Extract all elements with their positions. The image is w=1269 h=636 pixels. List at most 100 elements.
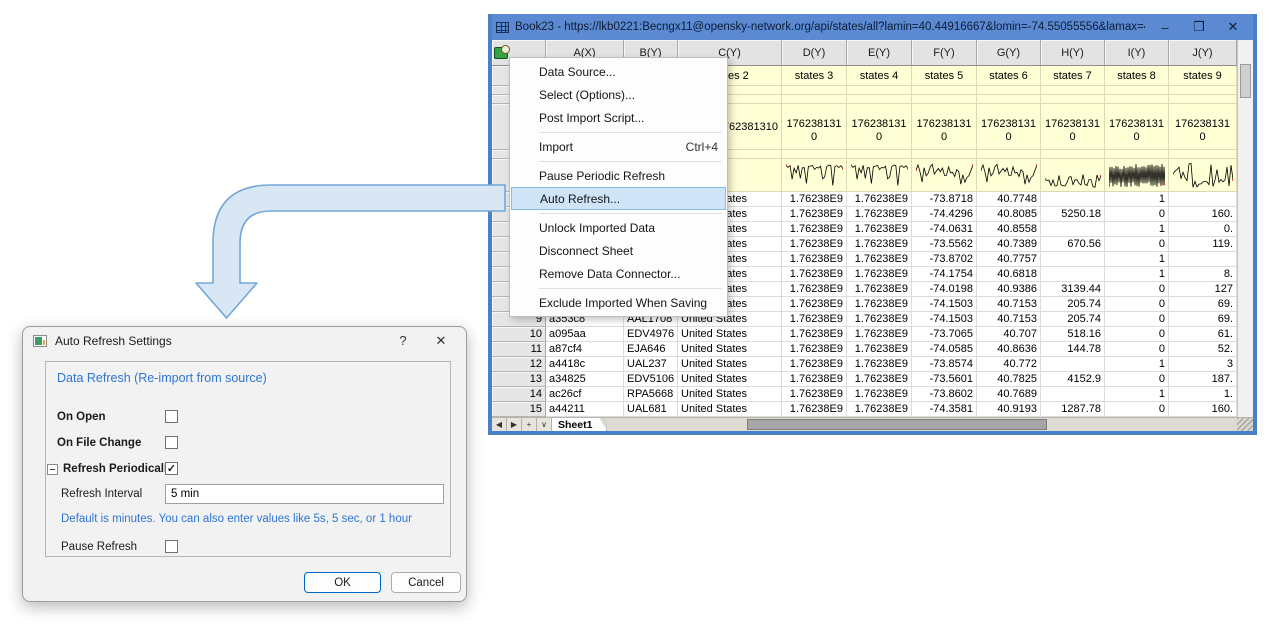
long-name-cell[interactable]: states 7 bbox=[1041, 66, 1105, 86]
data-cell[interactable]: 1 bbox=[1105, 222, 1169, 237]
column-header-h[interactable]: H(Y) bbox=[1041, 40, 1105, 66]
data-cell[interactable]: 1.76238E9 bbox=[782, 237, 847, 252]
sparkline-cell[interactable] bbox=[782, 159, 847, 192]
empty-cell[interactable] bbox=[782, 95, 847, 104]
ok-button[interactable]: OK bbox=[304, 572, 381, 593]
data-cell[interactable]: 160. bbox=[1169, 207, 1237, 222]
window-titlebar[interactable]: Book23 - https://lkb0221:Becngx11@opensk… bbox=[492, 14, 1253, 40]
horizontal-scrollbar-thumb[interactable] bbox=[747, 419, 1047, 430]
data-cell[interactable]: 518.16 bbox=[1041, 327, 1105, 342]
row-header-11[interactable]: 11 bbox=[492, 342, 546, 357]
data-cell[interactable] bbox=[1041, 267, 1105, 282]
data-cell[interactable]: 1.76238E9 bbox=[782, 312, 847, 327]
sparkline-cell[interactable] bbox=[1041, 159, 1105, 192]
data-cell[interactable]: 1.76238E9 bbox=[847, 312, 912, 327]
empty-cell[interactable] bbox=[1169, 150, 1237, 159]
row-header-14[interactable]: 14 bbox=[492, 387, 546, 402]
time-value-cell[interactable]: 1762381310 bbox=[912, 104, 977, 150]
data-cell[interactable]: 40.8558 bbox=[977, 222, 1041, 237]
data-cell[interactable]: 40.6818 bbox=[977, 267, 1041, 282]
data-cell[interactable]: ac26cf bbox=[546, 387, 624, 402]
data-cell[interactable]: 1.76238E9 bbox=[847, 282, 912, 297]
data-cell[interactable]: 69. bbox=[1169, 297, 1237, 312]
data-cell[interactable]: 0 bbox=[1105, 402, 1169, 417]
menu-item-post-import-script[interactable]: Post Import Script... bbox=[511, 106, 726, 129]
data-cell[interactable]: -73.8702 bbox=[912, 252, 977, 267]
menu-item-data-source[interactable]: Data Source... bbox=[511, 60, 726, 83]
on-open-checkbox[interactable] bbox=[165, 410, 178, 423]
menu-item-select-options[interactable]: Select (Options)... bbox=[511, 83, 726, 106]
data-cell[interactable]: 1.76238E9 bbox=[782, 402, 847, 417]
data-cell[interactable]: -74.0585 bbox=[912, 342, 977, 357]
empty-cell[interactable] bbox=[1041, 95, 1105, 104]
on-file-change-checkbox[interactable] bbox=[165, 436, 178, 449]
data-cell[interactable]: 1.76238E9 bbox=[847, 387, 912, 402]
data-cell[interactable]: 0 bbox=[1105, 312, 1169, 327]
time-value-cell[interactable]: 1762381310 bbox=[782, 104, 847, 150]
data-cell[interactable]: 1 bbox=[1105, 387, 1169, 402]
data-cell[interactable]: 52. bbox=[1169, 342, 1237, 357]
data-cell[interactable]: 1.76238E9 bbox=[847, 402, 912, 417]
menu-item-import[interactable]: ImportCtrl+4 bbox=[511, 135, 726, 158]
menu-item-unlock-imported-data[interactable]: Unlock Imported Data bbox=[511, 216, 726, 239]
empty-cell[interactable] bbox=[1105, 86, 1169, 95]
empty-cell[interactable] bbox=[977, 95, 1041, 104]
data-cell[interactable]: a4418c bbox=[546, 357, 624, 372]
data-cell[interactable]: 40.7153 bbox=[977, 312, 1041, 327]
time-value-cell[interactable]: 1762381310 bbox=[847, 104, 912, 150]
empty-cell[interactable] bbox=[847, 86, 912, 95]
menu-item-exclude-imported-when-saving[interactable]: Exclude Imported When Saving bbox=[511, 291, 726, 314]
data-cell[interactable]: 1.76238E9 bbox=[782, 252, 847, 267]
empty-cell[interactable] bbox=[782, 86, 847, 95]
data-cell[interactable]: 1.76238E9 bbox=[847, 372, 912, 387]
column-header-g[interactable]: G(Y) bbox=[977, 40, 1041, 66]
long-name-cell[interactable]: states 5 bbox=[912, 66, 977, 86]
data-cell[interactable]: UAL681 bbox=[624, 402, 678, 417]
data-cell[interactable] bbox=[1041, 222, 1105, 237]
add-sheet-icon[interactable]: + bbox=[522, 418, 537, 431]
data-cell[interactable]: 1.76238E9 bbox=[782, 192, 847, 207]
data-cell[interactable]: 40.9193 bbox=[977, 402, 1041, 417]
data-cell[interactable] bbox=[1041, 387, 1105, 402]
data-cell[interactable]: 8. bbox=[1169, 267, 1237, 282]
maximize-button[interactable]: ❐ bbox=[1185, 19, 1213, 35]
data-cell[interactable]: -74.0198 bbox=[912, 282, 977, 297]
empty-cell[interactable] bbox=[977, 150, 1041, 159]
data-cell[interactable]: 0 bbox=[1105, 342, 1169, 357]
dialog-close-button[interactable]: ✕ bbox=[426, 333, 456, 349]
empty-cell[interactable] bbox=[847, 150, 912, 159]
data-cell[interactable]: 0 bbox=[1105, 327, 1169, 342]
column-header-j[interactable]: J(Y) bbox=[1169, 40, 1237, 66]
data-cell[interactable]: 1.76238E9 bbox=[782, 267, 847, 282]
data-cell[interactable]: 40.7153 bbox=[977, 297, 1041, 312]
data-cell[interactable]: 1.76238E9 bbox=[847, 342, 912, 357]
data-cell[interactable]: 1.76238E9 bbox=[782, 387, 847, 402]
data-cell[interactable]: -74.0631 bbox=[912, 222, 977, 237]
data-cell[interactable]: -73.8574 bbox=[912, 357, 977, 372]
data-cell[interactable]: 205.74 bbox=[1041, 297, 1105, 312]
data-cell[interactable]: -74.1503 bbox=[912, 312, 977, 327]
sparkline-cell[interactable] bbox=[1105, 159, 1169, 192]
data-cell[interactable]: 187. bbox=[1169, 372, 1237, 387]
column-header-i[interactable]: I(Y) bbox=[1105, 40, 1169, 66]
data-cell[interactable]: 1.76238E9 bbox=[782, 207, 847, 222]
row-header-12[interactable]: 12 bbox=[492, 357, 546, 372]
column-header-e[interactable]: E(Y) bbox=[847, 40, 912, 66]
minimize-button[interactable]: – bbox=[1151, 20, 1179, 35]
time-value-cell[interactable]: 1762381310 bbox=[977, 104, 1041, 150]
data-cell[interactable]: a095aa bbox=[546, 327, 624, 342]
data-cell[interactable]: 40.772 bbox=[977, 357, 1041, 372]
data-cell[interactable]: United States bbox=[678, 327, 782, 342]
sparkline-cell[interactable] bbox=[912, 159, 977, 192]
data-cell[interactable]: 0 bbox=[1105, 297, 1169, 312]
menu-item-pause-periodic-refresh[interactable]: Pause Periodic Refresh bbox=[511, 164, 726, 187]
vertical-scrollbar-thumb[interactable] bbox=[1240, 64, 1251, 98]
collapse-icon[interactable] bbox=[47, 464, 58, 475]
data-cell[interactable]: 0. bbox=[1169, 222, 1237, 237]
data-cell[interactable]: 1 bbox=[1105, 267, 1169, 282]
long-name-cell[interactable]: states 4 bbox=[847, 66, 912, 86]
data-cell[interactable]: 144.78 bbox=[1041, 342, 1105, 357]
data-cell[interactable]: United States bbox=[678, 372, 782, 387]
menu-item-remove-data-connector[interactable]: Remove Data Connector... bbox=[511, 262, 726, 285]
data-cell[interactable]: 1287.78 bbox=[1041, 402, 1105, 417]
